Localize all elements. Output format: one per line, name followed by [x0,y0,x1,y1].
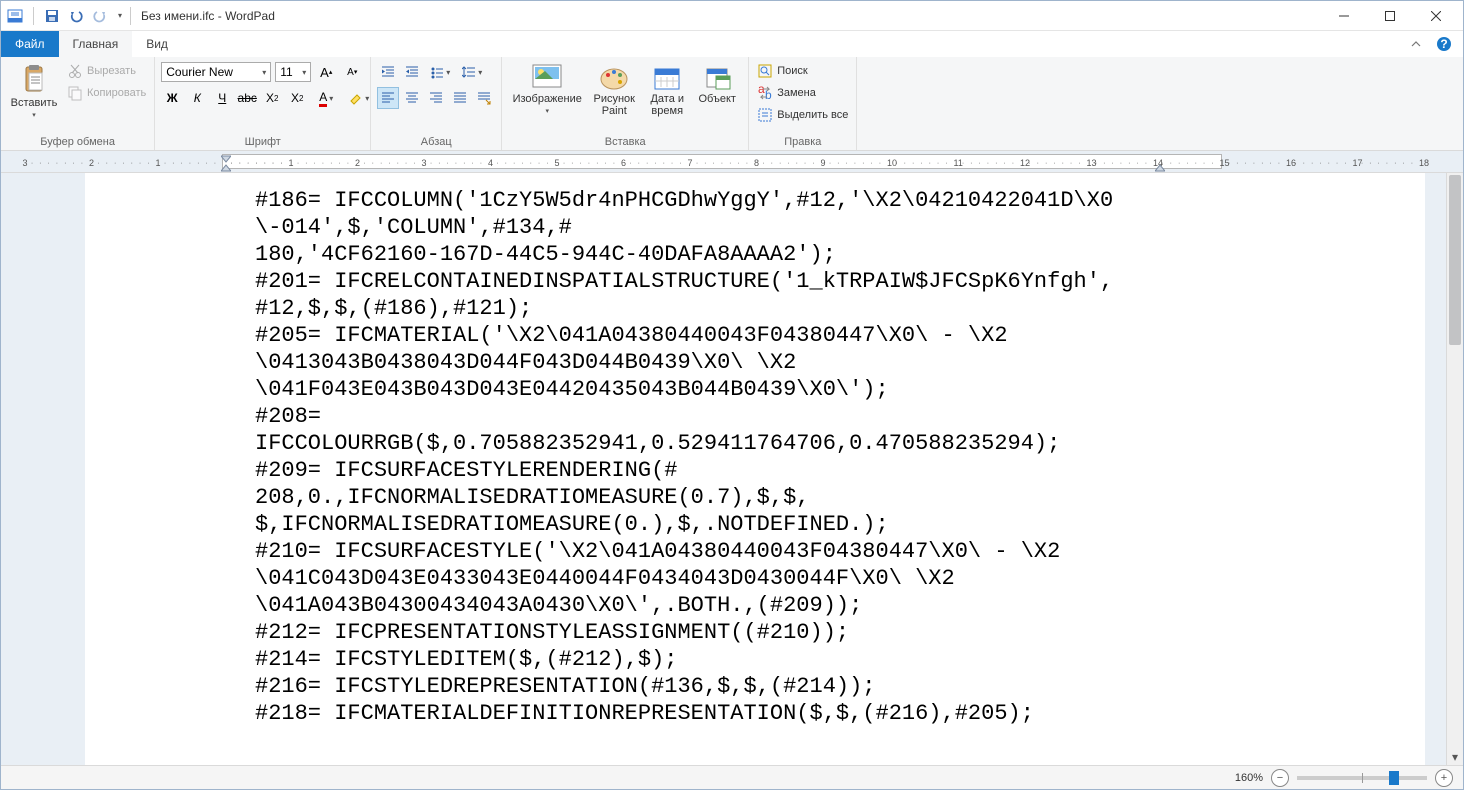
strikethrough-button[interactable]: abc [236,87,258,109]
zoom-slider-handle[interactable] [1389,771,1399,785]
paragraph-dialog-button[interactable] [473,87,495,109]
group-insert: Изображение ▾ Рисунок Paint Дата и время… [502,57,749,150]
zoom-level: 160% [1235,772,1263,784]
font-size-combo[interactable]: 11▾ [275,62,311,82]
svg-text:a: a [758,85,765,96]
select-all-button[interactable]: Выделить все [755,105,850,125]
svg-text:?: ? [1440,37,1447,51]
replace-button[interactable]: ab Замена [755,83,850,103]
window-title: Без имени.ifc - WordPad [141,9,275,23]
group-editing: Поиск ab Замена Выделить все Правка [749,57,857,150]
scrollbar-thumb[interactable] [1449,175,1461,345]
line-spacing-button[interactable]: ▾ [457,61,487,83]
italic-button[interactable]: К [186,87,208,109]
minimize-button[interactable] [1321,2,1367,30]
subscript-button[interactable]: X2 [261,87,283,109]
document-area: #186= IFCCOLUMN('1CzY5W5dr4nPHCGDhwYggY'… [1,173,1463,765]
undo-icon[interactable] [66,6,86,26]
bullets-button[interactable]: ▾ [425,61,455,83]
underline-button[interactable]: Ч [211,87,233,109]
tab-bar: Файл Главная Вид ? [1,31,1463,57]
zoom-out-button[interactable]: − [1271,769,1289,787]
insert-datetime-button[interactable]: Дата и время [642,61,692,119]
maximize-button[interactable] [1367,2,1413,30]
insert-paint-button[interactable]: Рисунок Paint [586,61,642,119]
bold-button[interactable]: Ж [161,87,183,109]
close-button[interactable] [1413,2,1459,30]
font-name-combo[interactable]: Courier New▾ [161,62,271,82]
align-left-button[interactable] [377,87,399,109]
group-font: Courier New▾ 11▾ A▴ A▾ Ж К Ч abc X2 X2 A… [155,57,371,150]
font-color-button[interactable]: A▾ [311,87,341,109]
zoom-in-button[interactable]: + [1435,769,1453,787]
cut-button[interactable]: Вырезать [65,61,148,81]
shrink-font-button[interactable]: A▾ [341,61,363,83]
ribbon: Вставить ▾ Вырезать Копировать Буфер обм… [1,57,1463,151]
tab-view[interactable]: Вид [132,31,182,57]
app-icon[interactable] [5,6,25,26]
ruler[interactable]: 3·······2·······1·······1·······2·······… [1,151,1463,173]
statusbar: 160% − + [1,765,1463,789]
highlight-button[interactable]: ▾ [344,87,374,109]
paste-button[interactable]: Вставить ▾ [7,61,61,121]
align-right-button[interactable] [425,87,447,109]
save-icon[interactable] [42,6,62,26]
qat-dropdown-icon[interactable]: ▾ [114,6,126,26]
insert-image-button[interactable]: Изображение ▾ [508,61,586,117]
zoom-slider[interactable] [1297,776,1427,780]
tab-home[interactable]: Главная [59,31,133,57]
scroll-down-icon[interactable]: ▾ [1447,748,1463,765]
align-center-button[interactable] [401,87,423,109]
copy-button[interactable]: Копировать [65,83,148,103]
titlebar: ▾ Без имени.ifc - WordPad [1,1,1463,31]
find-button[interactable]: Поиск [755,61,850,81]
page[interactable]: #186= IFCCOLUMN('1CzY5W5dr4nPHCGDhwYggY'… [85,173,1425,765]
grow-font-button[interactable]: A▴ [315,61,337,83]
ribbon-collapse-button[interactable] [1403,31,1429,57]
group-paragraph: ▾ ▾ Абзац [371,57,502,150]
vertical-scrollbar[interactable]: ▾ [1446,173,1463,765]
document-text[interactable]: #186= IFCCOLUMN('1CzY5W5dr4nPHCGDhwYggY'… [255,187,1425,727]
help-icon[interactable]: ? [1431,31,1457,57]
decrease-indent-button[interactable] [377,61,399,83]
superscript-button[interactable]: X2 [286,87,308,109]
insert-object-button[interactable]: Объект [692,61,742,107]
group-clipboard: Вставить ▾ Вырезать Копировать Буфер обм… [1,57,155,150]
tab-file[interactable]: Файл [1,31,59,57]
align-justify-button[interactable] [449,87,471,109]
redo-icon[interactable] [90,6,110,26]
increase-indent-button[interactable] [401,61,423,83]
